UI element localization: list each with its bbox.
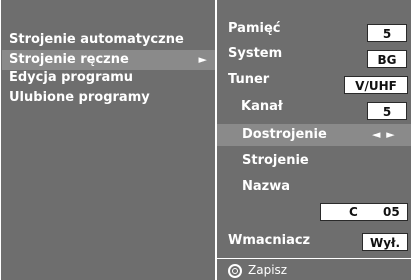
system-label: System xyxy=(228,46,283,61)
channel-label: Kanał xyxy=(241,99,283,114)
menu-item-label: Edycja programu xyxy=(9,70,134,85)
save-label: Zapisz xyxy=(248,263,288,277)
menu-item-label: Strojenie automatyczne xyxy=(9,32,184,47)
name-value-prefix: C xyxy=(349,205,358,219)
name-value-number: 05 xyxy=(383,205,400,219)
memory-value[interactable]: 5 xyxy=(367,24,407,42)
menu-item-favourite-programs[interactable]: Ulubione programy xyxy=(9,88,215,108)
ok-ring-icon xyxy=(228,263,242,278)
tuning-label[interactable]: Strojenie xyxy=(242,151,309,171)
tuner-label: Tuner xyxy=(228,72,270,87)
name-label: Nazwa xyxy=(242,179,291,194)
menu-item-program-edit[interactable]: Edycja programu xyxy=(9,68,215,88)
memory-label: Pamięć xyxy=(228,21,281,36)
save-hint[interactable]: Zapisz xyxy=(228,261,287,280)
menu-item-auto-tuning[interactable]: Strojenie automatyczne xyxy=(9,30,215,50)
name-value[interactable]: C 05 xyxy=(320,203,408,221)
booster-value[interactable]: Wył. xyxy=(362,233,408,251)
left-right-arrows-icon[interactable]: ◄ ► xyxy=(372,125,396,145)
channel-value[interactable]: 5 xyxy=(367,102,407,120)
tv-osd-menu: Strojenie automatyczne Strojenie ręczne … xyxy=(0,0,411,280)
booster-label: Wmacniacz xyxy=(228,233,311,248)
fine-tune-label: Dostrojenie xyxy=(242,127,327,142)
footer-separator xyxy=(217,258,411,259)
submenu-arrow-icon: ► xyxy=(198,53,207,66)
tuner-value[interactable]: V/UHF xyxy=(344,76,408,94)
menu-item-manual-tuning[interactable]: Strojenie ręczne ► xyxy=(2,50,215,70)
menu-item-label: Strojenie ręczne xyxy=(9,52,129,67)
left-menu-panel: Strojenie automatyczne Strojenie ręczne … xyxy=(1,0,215,280)
menu-item-label: Ulubione programy xyxy=(9,90,150,105)
system-value[interactable]: BG xyxy=(367,50,407,68)
